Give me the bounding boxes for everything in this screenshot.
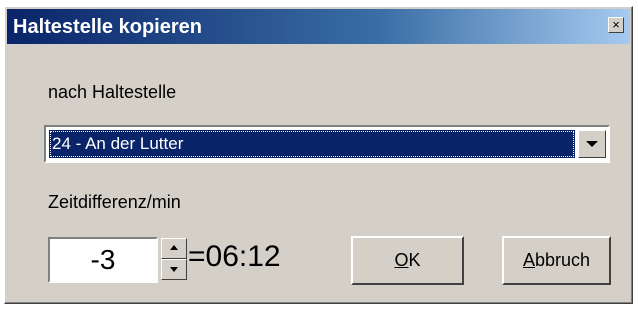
target-stop-label: nach Haltestelle — [48, 82, 177, 102]
cancel-button[interactable]: Abbruch — [502, 236, 611, 285]
chevron-down-icon — [586, 141, 598, 147]
ok-label-rest: K — [408, 250, 421, 270]
target-stop-dropdown[interactable]: 24 - An der Lutter — [44, 125, 610, 163]
spin-down-button[interactable] — [161, 259, 187, 280]
dropdown-button[interactable] — [578, 130, 606, 158]
ok-button[interactable]: OK — [351, 236, 464, 285]
window-title: Haltestelle kopieren — [13, 16, 202, 38]
time-diff-label: Zeitdifferenz/min — [48, 192, 181, 212]
arrow-down-icon — [170, 267, 178, 272]
cancel-mnemonic: A — [522, 250, 535, 270]
cancel-label-rest: bbruch — [534, 250, 591, 270]
close-button[interactable]: × — [608, 17, 624, 33]
target-stop-selected[interactable]: 24 - An der Lutter — [49, 130, 575, 158]
ok-mnemonic: O — [394, 250, 409, 270]
title-bar: Haltestelle kopieren × — [7, 9, 630, 44]
resulting-time: =06:12 — [188, 240, 281, 273]
close-icon: × — [612, 17, 620, 32]
time-diff-input[interactable]: -3 — [48, 237, 158, 283]
arrow-up-icon — [170, 245, 178, 250]
spin-up-button[interactable] — [161, 238, 187, 259]
